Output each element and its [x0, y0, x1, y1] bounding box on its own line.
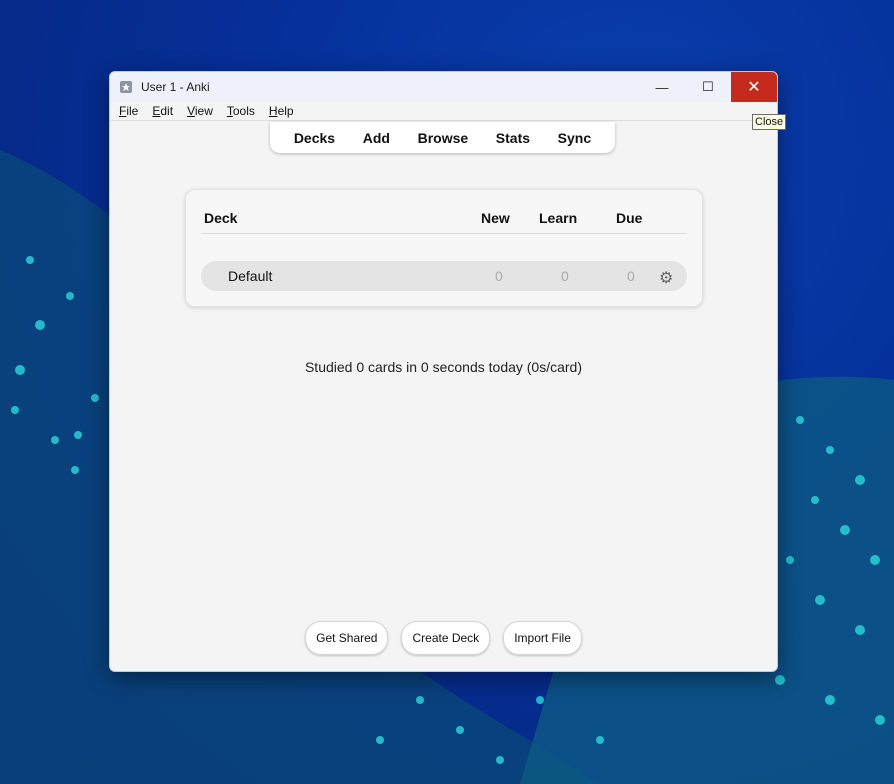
maximize-button[interactable]: ☐ — [685, 72, 731, 102]
toolbar-add[interactable]: Add — [363, 130, 390, 146]
menu-edit[interactable]: Edit — [152, 104, 173, 118]
import-file-button[interactable]: Import File — [503, 621, 582, 655]
main-toolbar: Decks Add Browse Stats Sync — [270, 122, 615, 153]
anki-window: User 1 - Anki — ☐ ✕ File Edit View Tools… — [109, 71, 778, 672]
menu-help[interactable]: Help — [269, 104, 294, 118]
deck-row-default[interactable]: Default 0 0 0 ⚙ — [201, 261, 687, 291]
header-new: New — [481, 210, 510, 226]
bottom-button-bar: Get Shared Create Deck Import File — [110, 621, 777, 655]
menu-bar: File Edit View Tools Help — [110, 102, 777, 121]
deck-name[interactable]: Default — [228, 268, 272, 284]
gear-icon[interactable]: ⚙ — [659, 268, 673, 288]
minimize-icon: — — [655, 79, 669, 95]
anki-app-icon — [120, 81, 132, 93]
toolbar-decks[interactable]: Decks — [294, 130, 335, 146]
title-bar[interactable]: User 1 - Anki — ☐ ✕ — [110, 72, 777, 102]
header-due: Due — [616, 210, 643, 226]
menu-view[interactable]: View — [187, 104, 213, 118]
create-deck-button[interactable]: Create Deck — [401, 621, 491, 655]
window-title: User 1 - Anki — [141, 80, 210, 94]
header-learn: Learn — [539, 210, 578, 226]
deck-learn-count: 0 — [561, 268, 569, 284]
toolbar-sync[interactable]: Sync — [558, 130, 591, 146]
maximize-icon: ☐ — [702, 79, 714, 94]
menu-file[interactable]: File — [119, 104, 138, 118]
deck-list: Deck New Learn Due Default 0 0 0 ⚙ — [185, 189, 703, 307]
deck-new-count: 0 — [495, 268, 503, 284]
deck-due-count: 0 — [627, 268, 635, 284]
close-icon: ✕ — [747, 79, 761, 96]
toolbar-stats[interactable]: Stats — [496, 130, 530, 146]
close-tooltip: Close — [752, 114, 787, 130]
menu-tools[interactable]: Tools — [227, 104, 255, 118]
close-button[interactable]: ✕ — [731, 72, 777, 102]
study-summary: Studied 0 cards in 0 seconds today (0s/c… — [304, 359, 583, 375]
header-divider — [201, 233, 687, 234]
minimize-button[interactable]: — — [639, 72, 685, 102]
header-deck: Deck — [204, 210, 238, 226]
get-shared-button[interactable]: Get Shared — [305, 621, 389, 655]
toolbar-browse[interactable]: Browse — [418, 130, 469, 146]
